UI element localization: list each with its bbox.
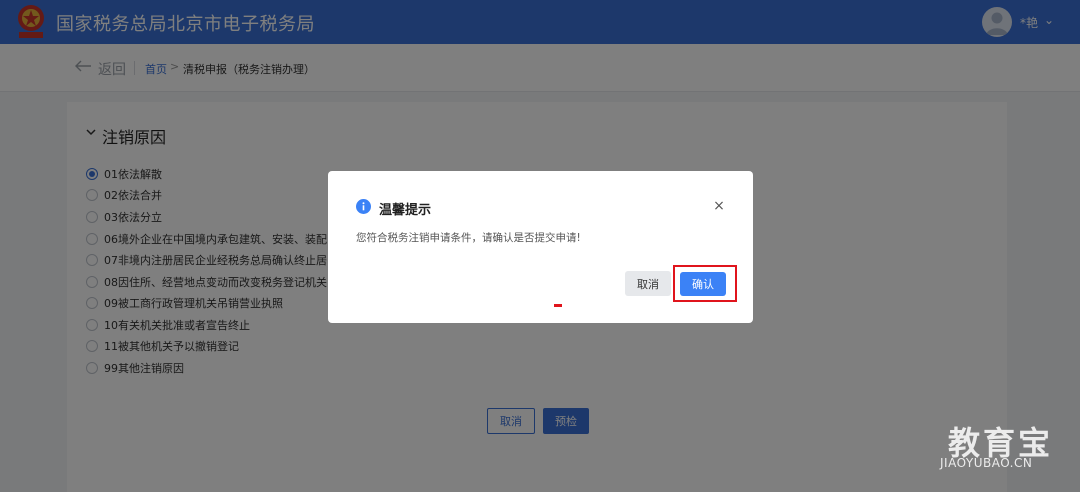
red-mark-annotation (554, 304, 562, 307)
watermark-url: JIAOYUBAO.CN (940, 456, 1033, 470)
confirm-dialog: 温馨提示 × 您符合税务注销申请条件，请确认是否提交申请! 取消 确认 (328, 171, 753, 323)
dialog-title: 温馨提示 (379, 203, 432, 218)
close-icon[interactable]: × (712, 199, 726, 213)
info-icon (356, 199, 371, 214)
dialog-message: 您符合税务注销申请条件，请确认是否提交申请! (356, 232, 581, 244)
highlight-annotation (673, 265, 737, 302)
dialog-cancel-button[interactable]: 取消 (625, 271, 671, 296)
